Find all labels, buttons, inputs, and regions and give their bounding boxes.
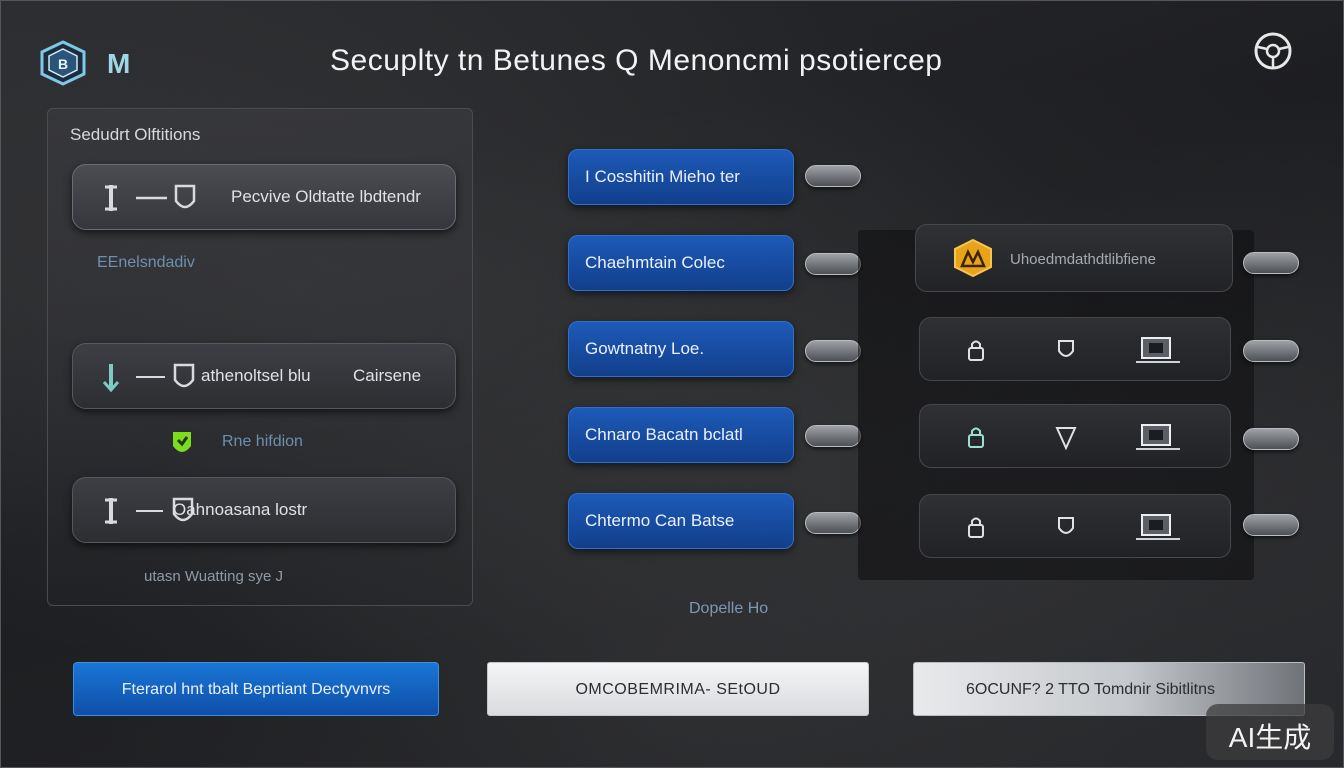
middle-button-2[interactable]: Chaehmtain Colec — [568, 235, 794, 291]
steering-wheel-icon[interactable] — [1252, 30, 1294, 72]
shield-icon[interactable] — [1052, 513, 1080, 541]
option-label: athenoltsel blu — [201, 366, 311, 385]
chip-icon[interactable] — [1134, 509, 1182, 543]
secondary-action-button[interactable]: OMCOBEMRIMA- SEtOUD — [487, 662, 869, 716]
svg-text:B: B — [58, 56, 68, 72]
option-label: Oahnoasana lostr — [173, 500, 308, 519]
toggle-3[interactable] — [805, 340, 861, 362]
toggle-right-3[interactable] — [1243, 428, 1299, 450]
ai-generated-watermark: AI生成 — [1206, 704, 1334, 760]
option-note: EEnelsndadiv — [97, 254, 195, 271]
primary-action-button[interactable]: Fterarol hnt tbalt Beprtiant Dectyvnvrs — [73, 662, 439, 716]
chip-icon[interactable] — [1134, 332, 1182, 366]
middle-button-5[interactable]: Chtermo Can Batse — [568, 493, 794, 549]
toggle-1[interactable] — [805, 165, 861, 187]
right-icon-row-2 — [919, 404, 1231, 468]
toggle-right-1[interactable] — [1243, 252, 1299, 274]
toggle-right-4[interactable] — [1243, 514, 1299, 536]
primary-action-label: Fterarol hnt tbalt Beprtiant Dectyvnvrs — [121, 681, 391, 698]
middle-button-label: Chtermo Can Batse — [585, 511, 735, 530]
middle-button-3[interactable]: Gowtnatny Loe. — [568, 321, 794, 377]
middle-note: Dopelle Ho — [689, 600, 769, 617]
lock-icon[interactable] — [962, 423, 990, 451]
right-header-card[interactable]: Uhoedmdathdtlibfiene — [915, 224, 1233, 292]
secondary-action-label: OMCOBEMRIMA- SEtOUD — [575, 681, 781, 698]
page-title: Secuplty tn Betunes Q Menoncmi psotierce… — [330, 44, 943, 77]
app-logo-letter: M — [107, 48, 132, 79]
option-note: Rne hifdion — [222, 433, 303, 450]
right-header-label: Uhoedmdathdtlibfiene — [1010, 251, 1156, 268]
toggle-2[interactable] — [805, 253, 861, 275]
option-card-2[interactable]: athenoltsel blu Cairsene — [72, 343, 456, 409]
right-icon-row-1 — [919, 317, 1231, 381]
lock-icon[interactable] — [962, 336, 990, 364]
shield-icon[interactable] — [1052, 423, 1080, 451]
middle-button-4[interactable]: Chnaro Bacatn bclatl — [568, 407, 794, 463]
shield-check-icon — [173, 432, 191, 452]
toggle-right-2[interactable] — [1243, 340, 1299, 362]
panel-title: Sedudrt Olftitions — [70, 125, 201, 144]
toggle-4[interactable] — [805, 425, 861, 447]
watermark-text: AI生成 — [1228, 722, 1312, 753]
option-note: utasn Wuatting sye J — [144, 568, 283, 585]
lock-icon[interactable] — [962, 513, 990, 541]
key-shield-icon — [102, 363, 195, 393]
chip-icon[interactable] — [1134, 419, 1182, 453]
key-shield-icon — [105, 184, 196, 211]
option-card-3[interactable]: Oahnoasana lostr — [72, 477, 456, 543]
option-card-1[interactable]: Pecvive Oldtatte lbdtendr — [72, 164, 456, 230]
middle-button-label: I Cosshitin Mieho ter — [585, 167, 740, 186]
right-icon-row-3 — [919, 494, 1231, 558]
shield-icon[interactable] — [1052, 336, 1080, 364]
tertiary-action-label: 6OCUNF? 2 TTO Tomdnir Sibitlitns — [966, 681, 1215, 698]
middle-button-label: Gowtnatny Loe. — [585, 339, 705, 358]
warning-shield-icon — [954, 238, 992, 278]
toggle-5[interactable] — [805, 512, 861, 534]
middle-button-label: Chaehmtain Colec — [585, 253, 725, 272]
middle-button-1[interactable]: I Cosshitin Mieho ter — [568, 149, 794, 205]
middle-button-label: Chnaro Bacatn bclatl — [585, 425, 743, 444]
app-logo-icon: B — [40, 40, 86, 86]
option-label: Pecvive Oldtatte lbdtendr — [231, 187, 421, 206]
option-status-label: Cairsene — [353, 366, 422, 385]
